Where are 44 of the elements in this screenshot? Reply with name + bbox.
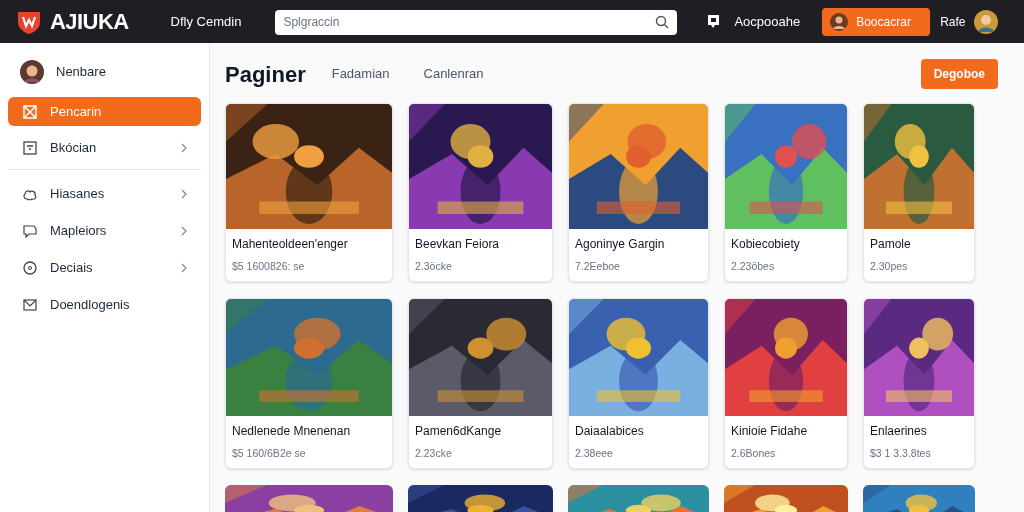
search-field[interactable]: Splgraccin: [275, 9, 678, 35]
card-meta: $5 160/6B2e se: [232, 445, 307, 461]
game-card[interactable]: Agoninye Gargin 7.2Eeboe: [568, 103, 709, 282]
card-title: Nedlenede Mnenenan: [232, 422, 352, 440]
card-meta: 2.3öcke: [415, 259, 453, 274]
card-meta: 7.2Eeboe: [575, 259, 621, 274]
tab[interactable]: Fadamian: [331, 64, 390, 84]
card-meta: 2.30pes: [870, 259, 909, 274]
card-title: Beevkan Feiora: [415, 236, 501, 253]
nav-link[interactable]: Dfly Cemdin: [170, 11, 242, 32]
tab[interactable]: Canlenran: [423, 64, 484, 84]
logo-text: AJIUKA: [50, 8, 129, 36]
sidebar-item[interactable]: Deciais: [8, 250, 201, 285]
card-meta: $5 1600826: se: [232, 259, 306, 274]
card-meta: 2.6Bones: [731, 445, 777, 461]
card-title: Mahenteoldeen'enger: [232, 236, 349, 253]
card-meta: 2.23cke: [415, 445, 453, 461]
card-title: Kobiecobiety: [731, 236, 801, 253]
sidebar-item[interactable]: Hiasanes: [8, 176, 201, 211]
game-card[interactable]: Pamole 2.30pes: [863, 103, 975, 282]
card-title: Pamole: [870, 236, 912, 253]
header-link[interactable]: Aocpooahe: [734, 11, 801, 32]
game-card[interactable]: Nedlenede Mnenenan $5 160/6B2e se: [225, 297, 393, 469]
user-name: Rafe: [940, 13, 966, 31]
sidebar-item[interactable]: Bkócian: [8, 130, 201, 165]
sidebar-item[interactable]: Mapleiors: [8, 213, 201, 248]
card-meta: 2.38eee: [575, 445, 614, 461]
card-title: Daiaalabices: [575, 422, 645, 440]
page-title: Paginer: [225, 60, 306, 89]
game-card[interactable]: Daiaalabices 2.38eee: [568, 297, 709, 469]
user-name: Nenbare: [56, 63, 106, 82]
card-meta: $3 1 3.3.8tes: [870, 445, 932, 461]
card-title: Enlaerines: [870, 422, 928, 440]
game-card[interactable]: Kobiecobiety 2.23öbes: [724, 103, 848, 282]
card-title: Agoninye Gargin: [575, 236, 666, 253]
game-card[interactable]: Enlaerines $3 1 3.3.8tes: [863, 297, 975, 469]
card-title: Kinioie Fidahe: [731, 422, 809, 440]
card-title: Pamen6dKange: [415, 422, 503, 440]
game-card[interactable]: Pamen6dKange 2.23cke: [408, 297, 553, 469]
game-card[interactable]: Mahenteoldeen'enger $5 1600826: se: [225, 103, 393, 282]
sidebar-item[interactable]: Doendlogenis: [8, 287, 201, 322]
game-card[interactable]: Kinioie Fidahe 2.6Bones: [724, 297, 848, 469]
game-card[interactable]: Beevkan Feiora 2.3öcke: [408, 103, 553, 282]
card-meta: 2.23öbes: [731, 259, 776, 274]
